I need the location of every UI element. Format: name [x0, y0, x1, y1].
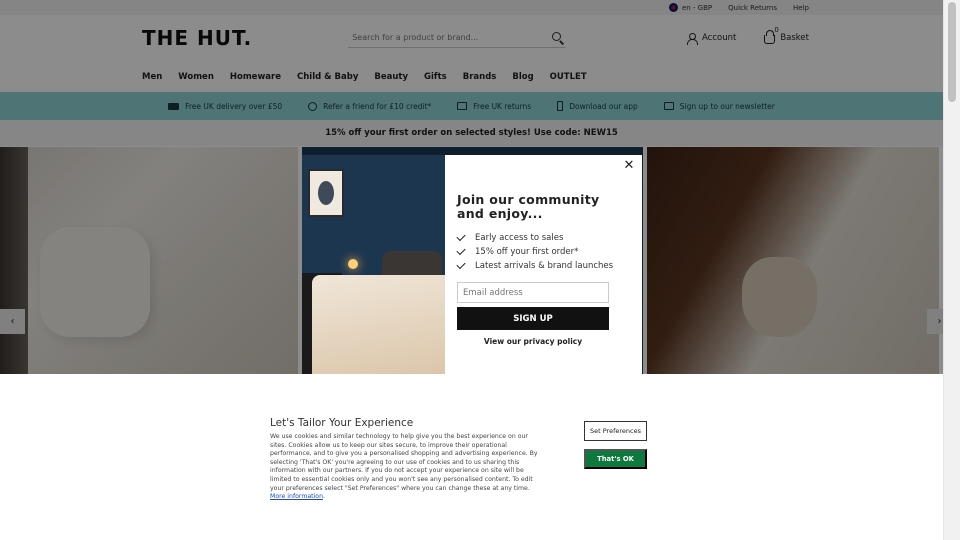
- privacy-policy-link[interactable]: View our privacy policy: [457, 337, 609, 346]
- scrollbar[interactable]: [943, 0, 960, 540]
- modal-image: [302, 155, 445, 374]
- bed: [312, 275, 445, 374]
- cookie-description: We use cookies and similar technology to…: [270, 433, 538, 501]
- sign-up-button[interactable]: SIGN UP: [457, 307, 609, 330]
- check-icon: [456, 259, 466, 270]
- benefit-label: Latest arrivals & brand launches: [475, 261, 614, 271]
- benefit-item: 15% off your first order*: [456, 245, 630, 259]
- candle-light: [348, 259, 358, 269]
- more-information-link[interactable]: More information: [270, 493, 323, 500]
- benefits-list: Early access to sales 15% off your first…: [456, 231, 630, 273]
- cookie-title: Let's Tailor Your Experience: [270, 417, 414, 429]
- benefit-item: Early access to sales: [456, 231, 630, 245]
- benefit-label: Early access to sales: [475, 233, 564, 243]
- cookie-text: We use cookies and similar technology to…: [270, 433, 538, 492]
- check-icon: [456, 245, 466, 256]
- email-field[interactable]: [457, 282, 609, 303]
- page: en - GBP Quick Returns Help THE HUT. Acc…: [0, 0, 952, 540]
- modal-content: ✕ Join our community and enjoy... Early …: [445, 155, 642, 374]
- benefit-label: 15% off your first order*: [475, 247, 579, 257]
- benefit-item: Latest arrivals & brand launches: [456, 259, 630, 273]
- check-icon: [456, 231, 466, 242]
- modal-title: Join our community and enjoy...: [457, 192, 600, 221]
- close-icon[interactable]: ✕: [622, 158, 636, 173]
- newsletter-modal: ✕ Join our community and enjoy... Early …: [302, 155, 642, 374]
- set-preferences-button[interactable]: Set Preferences: [584, 421, 647, 441]
- wall-art: [308, 169, 344, 217]
- cookie-banner: Let's Tailor Your Experience We use cook…: [0, 374, 943, 540]
- scrollbar-thumb[interactable]: [948, 2, 956, 102]
- accept-cookies-button[interactable]: That's OK: [584, 449, 647, 469]
